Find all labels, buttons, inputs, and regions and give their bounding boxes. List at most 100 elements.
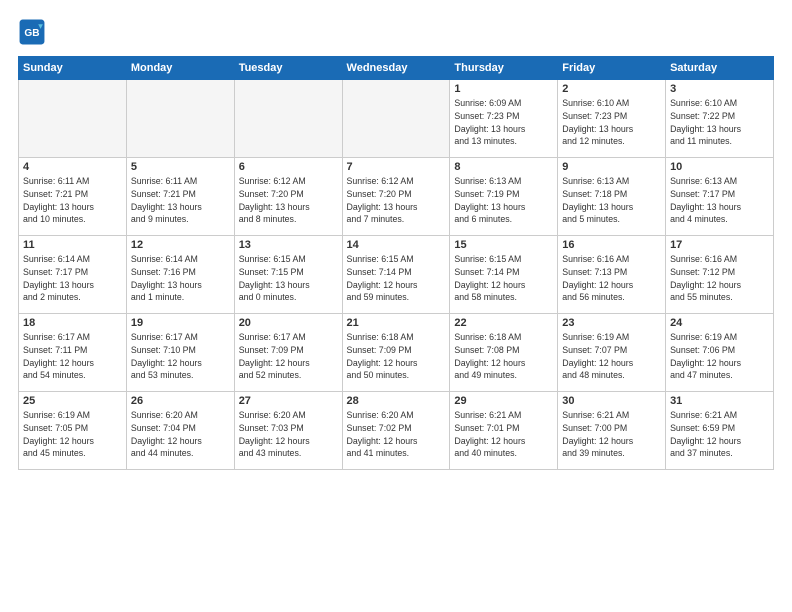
day-number: 28 [347,395,446,407]
calendar-cell: 1 Sunrise: 6:09 AM Sunset: 7:23 PM Daylig… [450,80,558,158]
day-detail: Sunrise: 6:20 AM Sunset: 7:04 PM Dayligh… [131,409,230,460]
calendar-cell: 30 Sunrise: 6:21 AM Sunset: 7:00 PM Dayli… [558,392,666,470]
calendar-cell: 8 Sunrise: 6:13 AM Sunset: 7:19 PM Daylig… [450,158,558,236]
day-number: 11 [23,239,122,251]
day-detail: Sunrise: 6:15 AM Sunset: 7:14 PM Dayligh… [454,253,553,304]
day-detail: Sunrise: 6:12 AM Sunset: 7:20 PM Dayligh… [239,175,338,226]
calendar-cell: 29 Sunrise: 6:21 AM Sunset: 7:01 PM Dayli… [450,392,558,470]
calendar-cell: 26 Sunrise: 6:20 AM Sunset: 7:04 PM Dayli… [126,392,234,470]
day-number: 14 [347,239,446,251]
calendar-cell: 14 Sunrise: 6:15 AM Sunset: 7:14 PM Dayli… [342,236,450,314]
day-detail: Sunrise: 6:11 AM Sunset: 7:21 PM Dayligh… [131,175,230,226]
calendar-cell [342,80,450,158]
calendar-cell: 3 Sunrise: 6:10 AM Sunset: 7:22 PM Daylig… [666,80,774,158]
week-row-3: 11 Sunrise: 6:14 AM Sunset: 7:17 PM Dayli… [19,236,774,314]
day-number: 16 [562,239,661,251]
day-detail: Sunrise: 6:10 AM Sunset: 7:22 PM Dayligh… [670,97,769,148]
calendar-cell: 22 Sunrise: 6:18 AM Sunset: 7:08 PM Dayli… [450,314,558,392]
day-number: 27 [239,395,338,407]
weekday-header-monday: Monday [126,57,234,80]
day-detail: Sunrise: 6:20 AM Sunset: 7:02 PM Dayligh… [347,409,446,460]
day-number: 8 [454,161,553,173]
calendar-cell [19,80,127,158]
day-detail: Sunrise: 6:21 AM Sunset: 7:00 PM Dayligh… [562,409,661,460]
weekday-header-wednesday: Wednesday [342,57,450,80]
day-detail: Sunrise: 6:14 AM Sunset: 7:17 PM Dayligh… [23,253,122,304]
day-detail: Sunrise: 6:21 AM Sunset: 7:01 PM Dayligh… [454,409,553,460]
calendar-cell: 28 Sunrise: 6:20 AM Sunset: 7:02 PM Dayli… [342,392,450,470]
day-detail: Sunrise: 6:15 AM Sunset: 7:14 PM Dayligh… [347,253,446,304]
calendar-cell [126,80,234,158]
week-row-4: 18 Sunrise: 6:17 AM Sunset: 7:11 PM Dayli… [19,314,774,392]
calendar-cell: 25Sunrise: 6:19 AM Sunset: 7:05 PM Dayli… [19,392,127,470]
week-row-5: 25Sunrise: 6:19 AM Sunset: 7:05 PM Dayli… [19,392,774,470]
weekday-header-thursday: Thursday [450,57,558,80]
day-detail: Sunrise: 6:18 AM Sunset: 7:08 PM Dayligh… [454,331,553,382]
day-detail: Sunrise: 6:20 AM Sunset: 7:03 PM Dayligh… [239,409,338,460]
day-number: 9 [562,161,661,173]
day-detail: Sunrise: 6:13 AM Sunset: 7:19 PM Dayligh… [454,175,553,226]
weekday-header-sunday: Sunday [19,57,127,80]
calendar-cell: 16 Sunrise: 6:16 AM Sunset: 7:13 PM Dayli… [558,236,666,314]
day-detail: Sunrise: 6:19 AM Sunset: 7:06 PM Dayligh… [670,331,769,382]
day-detail: Sunrise: 6:13 AM Sunset: 7:18 PM Dayligh… [562,175,661,226]
week-row-2: 4 Sunrise: 6:11 AM Sunset: 7:21 PM Daylig… [19,158,774,236]
calendar-cell: 21 Sunrise: 6:18 AM Sunset: 7:09 PM Dayli… [342,314,450,392]
calendar-cell: 2Sunrise: 6:10 AM Sunset: 7:23 PM Daylig… [558,80,666,158]
day-detail: Sunrise: 6:18 AM Sunset: 7:09 PM Dayligh… [347,331,446,382]
day-number: 10 [670,161,769,173]
weekday-header-friday: Friday [558,57,666,80]
logo: GB [18,18,50,46]
calendar-cell: 15Sunrise: 6:15 AM Sunset: 7:14 PM Dayli… [450,236,558,314]
day-detail: Sunrise: 6:13 AM Sunset: 7:17 PM Dayligh… [670,175,769,226]
calendar-cell: 5 Sunrise: 6:11 AM Sunset: 7:21 PM Daylig… [126,158,234,236]
day-detail: Sunrise: 6:16 AM Sunset: 7:13 PM Dayligh… [562,253,661,304]
day-number: 29 [454,395,553,407]
day-number: 22 [454,317,553,329]
calendar-page: GB SundayMondayTuesdayWednesdayThursdayF… [0,0,792,612]
day-number: 26 [131,395,230,407]
day-detail: Sunrise: 6:15 AM Sunset: 7:15 PM Dayligh… [239,253,338,304]
day-number: 18 [23,317,122,329]
calendar-cell: 20Sunrise: 6:17 AM Sunset: 7:09 PM Dayli… [234,314,342,392]
calendar-cell: 10 Sunrise: 6:13 AM Sunset: 7:17 PM Dayli… [666,158,774,236]
calendar-cell: 31 Sunrise: 6:21 AM Sunset: 6:59 PM Dayli… [666,392,774,470]
day-number: 24 [670,317,769,329]
day-number: 6 [239,161,338,173]
weekday-header-row: SundayMondayTuesdayWednesdayThursdayFrid… [19,57,774,80]
day-number: 30 [562,395,661,407]
day-detail: Sunrise: 6:16 AM Sunset: 7:12 PM Dayligh… [670,253,769,304]
day-number: 23 [562,317,661,329]
day-number: 13 [239,239,338,251]
logo-icon: GB [18,18,46,46]
calendar-cell: 12 Sunrise: 6:14 AM Sunset: 7:16 PM Dayli… [126,236,234,314]
calendar-cell: 13 Sunrise: 6:15 AM Sunset: 7:15 PM Dayli… [234,236,342,314]
day-detail: Sunrise: 6:09 AM Sunset: 7:23 PM Dayligh… [454,97,553,148]
weekday-header-saturday: Saturday [666,57,774,80]
day-number: 21 [347,317,446,329]
calendar-cell [234,80,342,158]
calendar-cell: 18 Sunrise: 6:17 AM Sunset: 7:11 PM Dayli… [19,314,127,392]
calendar-cell: 4 Sunrise: 6:11 AM Sunset: 7:21 PM Daylig… [19,158,127,236]
day-detail: Sunrise: 6:14 AM Sunset: 7:16 PM Dayligh… [131,253,230,304]
day-detail: Sunrise: 6:17 AM Sunset: 7:09 PM Dayligh… [239,331,338,382]
day-number: 1 [454,83,553,95]
day-detail: Sunrise: 6:19 AM Sunset: 7:05 PM Dayligh… [23,409,122,460]
day-detail: Sunrise: 6:17 AM Sunset: 7:10 PM Dayligh… [131,331,230,382]
day-detail: Sunrise: 6:17 AM Sunset: 7:11 PM Dayligh… [23,331,122,382]
day-detail: Sunrise: 6:11 AM Sunset: 7:21 PM Dayligh… [23,175,122,226]
day-number: 2 [562,83,661,95]
day-detail: Sunrise: 6:21 AM Sunset: 6:59 PM Dayligh… [670,409,769,460]
day-detail: Sunrise: 6:19 AM Sunset: 7:07 PM Dayligh… [562,331,661,382]
day-number: 19 [131,317,230,329]
day-number: 12 [131,239,230,251]
day-number: 5 [131,161,230,173]
calendar-cell: 27 Sunrise: 6:20 AM Sunset: 7:03 PM Dayli… [234,392,342,470]
day-number: 4 [23,161,122,173]
day-number: 3 [670,83,769,95]
calendar-cell: 11 Sunrise: 6:14 AM Sunset: 7:17 PM Dayli… [19,236,127,314]
day-number: 31 [670,395,769,407]
header: GB [18,18,774,46]
week-row-1: 1 Sunrise: 6:09 AM Sunset: 7:23 PM Daylig… [19,80,774,158]
calendar-cell: 6 Sunrise: 6:12 AM Sunset: 7:20 PM Daylig… [234,158,342,236]
